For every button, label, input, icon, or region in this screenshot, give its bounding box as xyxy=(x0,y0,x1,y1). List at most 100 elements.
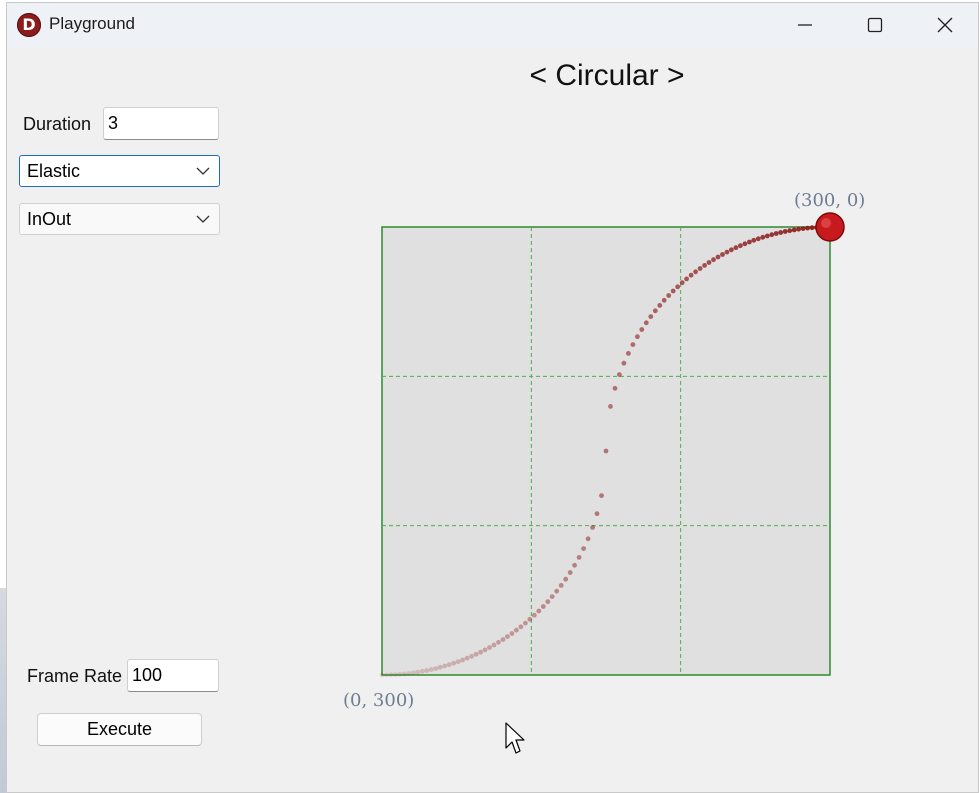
mouse-cursor-icon xyxy=(505,722,525,754)
trail-dot xyxy=(482,647,488,653)
trail-dot xyxy=(518,624,524,630)
moving-ball xyxy=(815,212,845,242)
trail-dot xyxy=(809,225,815,231)
trail-dot xyxy=(594,511,600,517)
trail-dot xyxy=(670,288,676,294)
trail-dot xyxy=(697,266,703,271)
easing-plot xyxy=(379,212,845,678)
trail-dot xyxy=(787,228,793,234)
trail-dot xyxy=(782,229,788,234)
trail-dot xyxy=(554,588,560,594)
trail-dot xyxy=(599,493,604,498)
trail-dot xyxy=(791,227,797,233)
trail-dot xyxy=(455,659,461,665)
trail-dot xyxy=(747,239,752,245)
trail-dot xyxy=(617,372,622,377)
trail-dot xyxy=(437,664,443,670)
trail-dot xyxy=(500,637,506,642)
ball xyxy=(815,212,845,242)
trail-dot xyxy=(652,308,658,314)
trail-dot xyxy=(630,342,636,347)
trail-dot xyxy=(567,570,573,575)
trail-dot xyxy=(666,293,672,298)
trail-dot xyxy=(424,668,430,673)
trail-dot xyxy=(469,653,474,659)
trail-dot xyxy=(531,612,537,618)
trail-dot xyxy=(796,226,801,232)
trail-dot xyxy=(724,249,730,255)
trail-dot xyxy=(406,671,412,676)
trail-dot xyxy=(773,231,779,236)
trail-dot xyxy=(603,448,609,454)
trail-dot xyxy=(419,668,425,674)
trail-dot xyxy=(397,671,403,677)
trail-dot xyxy=(540,604,546,609)
trail-dot xyxy=(661,297,667,303)
trail-dot xyxy=(711,257,716,263)
trail-dot xyxy=(590,525,595,530)
trail-dot xyxy=(626,351,631,356)
trail-dot xyxy=(693,269,698,275)
trail-dot xyxy=(751,237,757,243)
trail-dot xyxy=(428,667,434,672)
trail-dot xyxy=(755,236,761,242)
trail-dot xyxy=(379,672,385,678)
trail-dot xyxy=(509,631,515,636)
trail-dot xyxy=(411,670,416,676)
trail-dot xyxy=(715,254,721,260)
trail-dot xyxy=(581,546,586,551)
trail-dot xyxy=(433,666,439,671)
trail-dot xyxy=(572,562,577,568)
trail-dot xyxy=(608,404,613,409)
trail-dot xyxy=(523,620,528,626)
trail-dot xyxy=(442,663,448,669)
trail-dot xyxy=(706,260,712,265)
trail-dot xyxy=(536,608,542,614)
trail-dot xyxy=(446,662,452,668)
trail-dot xyxy=(491,642,497,648)
trail-dot xyxy=(738,243,743,249)
trail-dot xyxy=(733,245,739,251)
bottom-left-coordinate: (0, 300) xyxy=(343,690,415,711)
trail-dot xyxy=(487,645,492,650)
trail-dot xyxy=(527,616,533,622)
trail-dot xyxy=(563,576,569,582)
trail-dot xyxy=(478,649,483,655)
trail-dot xyxy=(800,226,806,232)
trail-dot xyxy=(514,627,519,633)
trail-dot xyxy=(657,303,663,308)
trail-dot xyxy=(805,225,810,231)
trail-dot xyxy=(576,555,582,560)
top-right-coordinate: (300, 0) xyxy=(794,190,866,211)
trail-dot xyxy=(612,385,618,391)
trail-dot xyxy=(760,234,766,240)
trail-dot xyxy=(742,241,748,247)
trail-dot xyxy=(384,672,389,678)
trail-dot xyxy=(393,672,398,677)
trail-dot xyxy=(764,233,770,239)
trail-dot xyxy=(402,671,407,677)
trail-dot xyxy=(688,272,694,278)
trail-dot xyxy=(729,247,734,253)
trail-dot xyxy=(643,320,649,326)
trail-dot xyxy=(464,655,470,661)
trail-dot xyxy=(684,276,689,282)
ball-highlight xyxy=(821,218,831,228)
trail-dot xyxy=(585,536,591,542)
trail-dot xyxy=(720,252,725,257)
trail-dot xyxy=(460,657,465,663)
trail-dot xyxy=(679,280,685,286)
trail-dot xyxy=(648,314,654,319)
trail-dot xyxy=(415,669,421,675)
trail-dot xyxy=(635,334,640,340)
trail-dot xyxy=(702,263,707,268)
trail-dot xyxy=(473,651,479,657)
trail-dot xyxy=(505,634,510,639)
trail-dot xyxy=(558,583,564,588)
trail-dot xyxy=(621,360,627,366)
trail-dot xyxy=(675,284,681,290)
trail-dot xyxy=(549,594,555,599)
trail-dot xyxy=(496,639,501,645)
trail-dot xyxy=(778,230,784,235)
trail-dot xyxy=(545,599,551,605)
